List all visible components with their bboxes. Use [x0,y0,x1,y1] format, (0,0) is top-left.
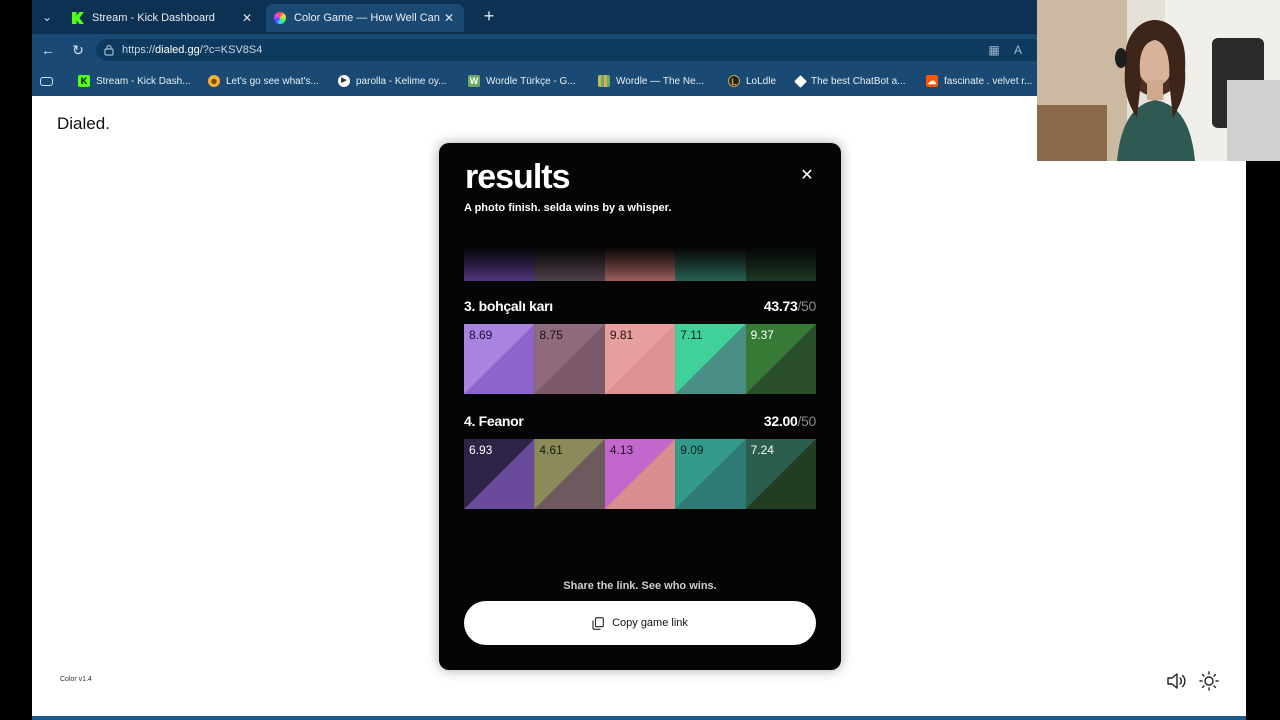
bookmark-label: parolla - Kelime oy... [356,75,447,87]
player-result: 4. Feanor 32.00/50 6.93 4.61 4.13 9.09 7.24 [464,413,816,509]
bookmark-label: fascinate . velvet r... [944,75,1033,87]
kick-icon [72,12,84,24]
swatch-score: 8.75 [539,328,563,342]
swatch-row: 6.93 4.61 4.13 9.09 7.24 [464,439,817,509]
copy-icon [592,616,604,630]
bookmark-label: Wordle — The Ne... [616,75,704,87]
swatch-score: 9.37 [750,328,774,342]
tab-title: Color Game — How Well Can You [294,12,442,24]
color-swatch: 8.69 [464,324,535,394]
sun-icon[interactable] [1198,671,1220,691]
color-swatch: 8.75 [534,324,605,394]
tab-title: Stream - Kick Dashboard [92,12,215,24]
bookmark-kick[interactable]: K Stream - Kick Dash... [78,73,190,89]
results-modal: results ✕ A photo finish. selda wins by … [439,143,841,670]
url-domain: dialed.gg [155,44,200,56]
soundcloud-icon: ☁ [926,75,938,87]
reload-icon[interactable]: ↻ [68,40,88,60]
copy-game-link-button[interactable]: Copy game link [464,601,816,645]
bookmark-label: Stream - Kick Dash... [96,75,191,87]
scroll-fade-overlay [464,247,816,281]
modal-title: results [465,158,570,196]
tab-color-game[interactable]: Color Game — How Well Can You ✕ [266,4,464,32]
close-icon[interactable]: ✕ [799,168,815,184]
url-field[interactable]: https://dialed.gg/?c=KSV8S4 [96,39,1044,61]
swatch-score: 9.09 [680,443,704,457]
color-swatch: 7.11 [675,324,746,394]
bookmark-label: The best ChatBot a... [811,75,906,87]
grid-icon [598,75,610,87]
player-score: 32.00/50 [763,413,816,429]
swatch-score: 8.69 [469,328,493,342]
bookmark-wordle[interactable]: Wordle — The Ne... [598,73,704,89]
close-tab-icon[interactable]: ✕ [240,11,254,25]
color-swatch: 4.61 [534,439,605,509]
swatch-score: 9.81 [609,328,634,342]
color-swatch: 6.93 [464,439,535,509]
apps-icon[interactable]: ▦ [986,42,1002,58]
screen: ⌄ Stream - Kick Dashboard ✕ Color Game —… [0,0,1280,720]
player-name: 4. Feanor [464,413,524,429]
tab-list-chevron-icon[interactable]: ⌄ [36,6,58,28]
swatch-row: 8.69 8.75 9.81 7.11 9.37 [464,324,817,394]
new-tab-icon[interactable]: + [478,6,500,28]
wordle-w-icon: W [468,75,480,87]
color-swatch: 4.13 [604,439,676,509]
play-circle-icon: ▶ [338,75,350,87]
copy-button-label: Copy game link [612,617,688,629]
swatch-score: 4.61 [539,443,563,457]
webcam-overlay [1037,0,1280,161]
kick-icon: K [78,75,90,87]
emoji-icon: ☻ [208,75,220,87]
color-swatch: 7.24 [745,439,817,509]
tab-kick-dashboard[interactable]: Stream - Kick Dashboard ✕ [64,4,262,32]
player-result: 3. bohçalı karı 43.73/50 8.69 8.75 9.81 7.1… [464,298,816,394]
player-score: 43.73/50 [763,298,816,314]
color-swatch: 9.37 [745,324,817,394]
swatch-score: 7.11 [680,328,703,342]
share-text: Share the link. See who wins. [563,580,717,592]
color-swatch: 9.09 [675,439,746,509]
player-name: 3. bohçalı karı [464,298,553,314]
bookmark-chatbot[interactable]: The best ChatBot a... [794,73,906,89]
url-prefix: https:// [122,44,156,56]
loldle-icon: L [728,75,740,87]
swatch-score: 7.24 [750,443,774,457]
back-arrow-icon[interactable]: ← [38,40,58,60]
swatch-score: 6.93 [469,443,493,457]
bookmark-loldle[interactable]: L LoLdle [728,73,776,89]
bookmark-wordle-turkce[interactable]: W Wordle Türkçe - G... [468,73,576,89]
version-label: Color v1.4 [60,676,92,683]
read-aloud-icon[interactable]: A [1010,42,1026,58]
bookmarks-menu-icon[interactable] [40,73,59,89]
modal-subtitle: A photo finish. selda wins by a whisper. [464,202,672,214]
swatch-score: 4.13 [609,443,634,457]
bookmark-label: Wordle Türkçe - G... [486,75,576,87]
bookmark-parolla[interactable]: ▶ parolla - Kelime oy... [338,73,446,89]
site-logo[interactable]: Dialed. [57,114,110,134]
speaker-icon[interactable] [1165,671,1187,691]
chatbot-icon [794,74,807,88]
url-path: /?c=KSV8S4 [199,44,263,56]
bookmark-label: Let's go see what's... [226,75,319,87]
color-swatch: 9.81 [604,324,676,394]
bookmark-label: LoLdle [746,75,777,87]
lock-icon [104,44,114,56]
bookmark-soundcloud[interactable]: ☁ fascinate . velvet r... [926,73,1032,89]
bookmark-lets-go[interactable]: ☻ Let's go see what's... [208,73,319,89]
color-wheel-icon [274,12,286,24]
close-tab-icon[interactable]: ✕ [442,11,456,25]
